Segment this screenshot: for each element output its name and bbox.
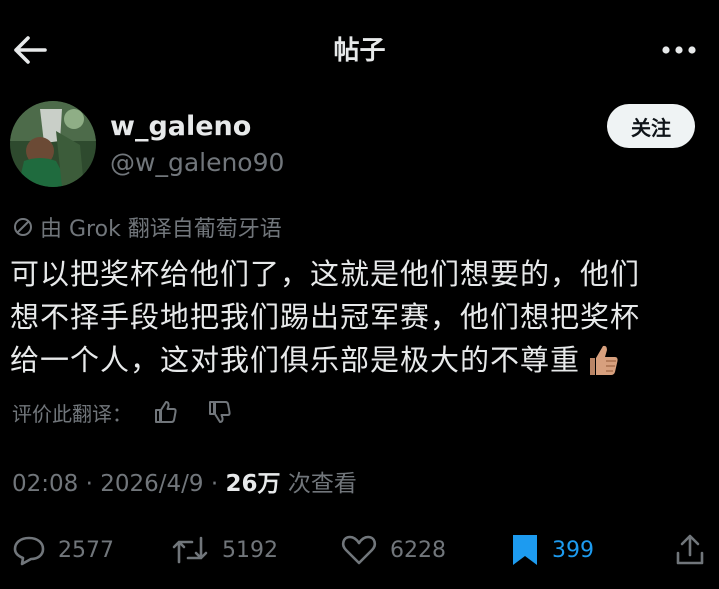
author-name[interactable]: w_galeno	[110, 111, 251, 142]
thumb-down-button[interactable]	[200, 396, 240, 428]
bookmark-count: 399	[552, 537, 594, 563]
post-meta: 02:08 · 2026/4/9 · 26万 次查看	[12, 464, 357, 498]
action-bar: 2577 5192 6228 399	[0, 522, 719, 578]
post-body: 可以把奖杯给他们了，这就是他们想要的，他们 想不择手段地把我们踢出冠军赛，他们想…	[10, 253, 710, 390]
thumbs-up-icon	[584, 342, 620, 390]
avatar-image	[10, 101, 96, 187]
rate-translation-label: 评价此翻译：	[12, 401, 132, 426]
rate-translation: 评价此翻译：	[12, 396, 254, 428]
post-line: 给一个人，这对我们俱乐部是极大的不尊重	[10, 343, 581, 377]
avatar[interactable]	[10, 101, 96, 187]
post-date: 2026/4/9	[100, 471, 204, 497]
view-count-label: 次查看	[287, 471, 357, 497]
post-time: 02:08	[12, 471, 79, 497]
reply-button[interactable]: 2577	[12, 530, 114, 570]
separator-dot: ·	[85, 471, 93, 497]
share-icon	[676, 534, 704, 565]
top-bar: 帖子	[0, 0, 719, 96]
thumb-up-outline-icon	[155, 401, 177, 423]
reply-count: 2577	[58, 537, 114, 563]
thumb-down-outline-icon	[209, 401, 231, 423]
more-button[interactable]	[657, 32, 701, 68]
translation-note: 由 Grok 翻译自葡萄牙语	[12, 212, 282, 242]
follow-button[interactable]: 关注	[607, 104, 695, 148]
like-count: 6228	[390, 537, 446, 563]
heart-icon	[341, 535, 377, 565]
share-button[interactable]	[674, 530, 706, 570]
translation-note-text: 由 Grok 翻译自葡萄牙语	[40, 217, 282, 242]
repost-icon	[172, 536, 208, 564]
reply-icon	[13, 536, 45, 566]
post-line-with-emoji: 给一个人，这对我们俱乐部是极大的不尊重	[10, 339, 710, 390]
more-icon	[662, 46, 696, 54]
no-symbol-icon	[14, 218, 32, 236]
bookmark-button[interactable]: 399	[510, 530, 594, 570]
page-title: 帖子	[333, 36, 386, 66]
author-handle[interactable]: @w_galeno90	[110, 148, 284, 177]
post-line: 想不择手段地把我们踢出冠军赛，他们想把奖杯	[10, 300, 641, 334]
like-button[interactable]: 6228	[340, 530, 446, 570]
post-line: 可以把奖杯给他们了，这就是他们想要的，他们	[10, 257, 641, 291]
repost-count: 5192	[222, 537, 278, 563]
thumb-up-button[interactable]	[146, 396, 186, 428]
bookmark-icon	[513, 535, 537, 565]
view-count[interactable]: 26万	[225, 471, 280, 497]
separator-dot: ·	[210, 471, 219, 497]
repost-button[interactable]: 5192	[170, 530, 278, 570]
